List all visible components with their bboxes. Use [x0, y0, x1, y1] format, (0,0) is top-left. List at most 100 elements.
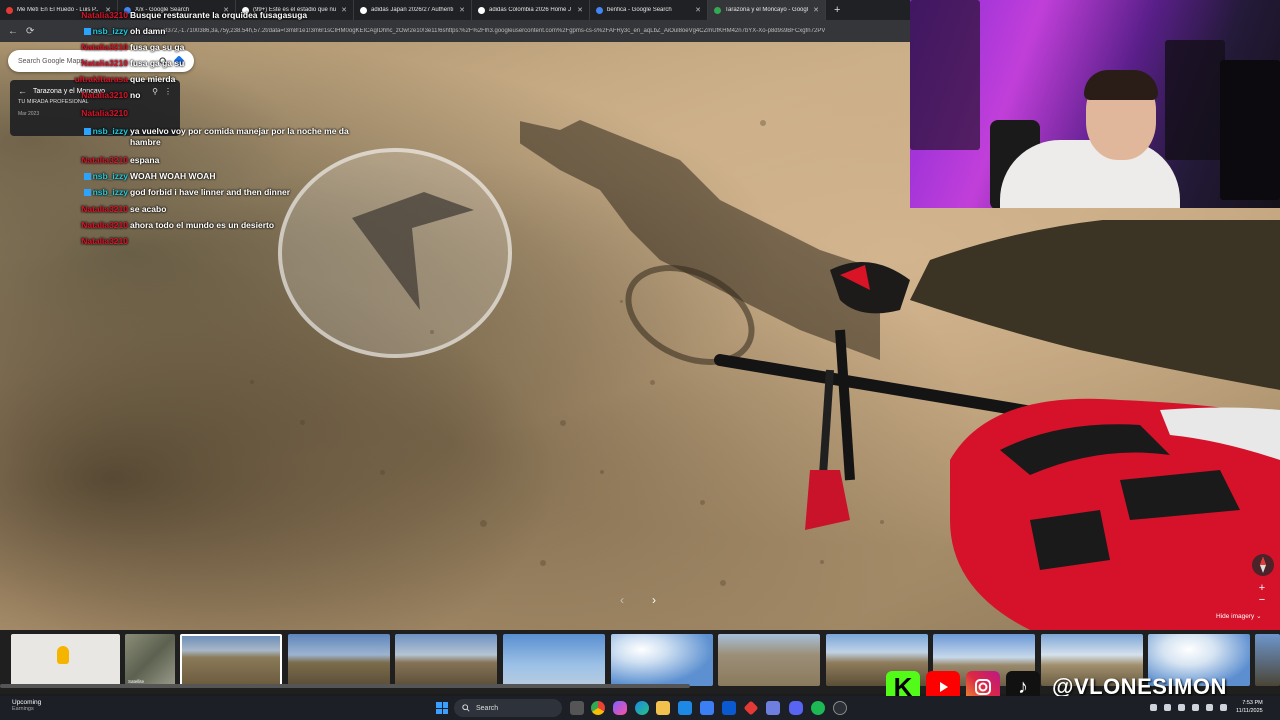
chat-username[interactable]: Natalia3210 [60, 10, 128, 21]
chat-text: no [130, 90, 141, 100]
taskbar-search[interactable]: Search [454, 699, 562, 717]
photo-thumbnail[interactable] [395, 634, 497, 686]
store-icon[interactable] [700, 701, 714, 715]
chat-badge-icon [83, 128, 91, 136]
chat-username[interactable]: Natalia3210 [60, 90, 128, 101]
prev-image-arrow-icon[interactable]: ‹ [612, 593, 632, 611]
chat-username[interactable]: Natalia3210 [60, 236, 128, 247]
compass-button[interactable] [1252, 554, 1274, 576]
chat-username[interactable]: nsb_izzy [60, 126, 128, 148]
chat-username[interactable]: Natalia3210 [60, 108, 128, 119]
photo-thumbnail[interactable] [288, 634, 390, 686]
tray-app-icon[interactable] [1178, 704, 1185, 711]
chat-text: fusa ga su ga [130, 42, 185, 52]
chat-message: Natalia3210 ahora todo el mundo es un des… [60, 220, 360, 231]
weather-widget[interactable]: Upcoming Earnings [12, 699, 41, 712]
spotify-icon[interactable] [811, 701, 825, 715]
edge-icon[interactable] [635, 701, 649, 715]
tray-app-icon[interactable] [1164, 704, 1171, 711]
chat-username-text: nsb_izzy [92, 26, 128, 36]
clock-time: 7:53 PM [1242, 700, 1263, 706]
tray-chevron-icon[interactable] [1150, 704, 1157, 711]
chat-username[interactable]: Natalia3210 [60, 204, 128, 215]
photo-thumbnail[interactable] [611, 634, 713, 686]
photo-thumbnail[interactable] [1255, 634, 1280, 686]
chevron-arrow-icon [352, 192, 474, 310]
close-tab-icon[interactable]: ✕ [695, 6, 701, 14]
chat-username[interactable]: Natalia3210 [60, 155, 128, 166]
thumbnail-scrollbar[interactable] [0, 684, 690, 688]
chat-text: fusa ga ga su [130, 58, 185, 68]
windows-start-icon[interactable] [436, 702, 448, 714]
wifi-icon[interactable] [1206, 704, 1213, 711]
chat-username[interactable]: nsb_izzy [60, 187, 128, 198]
chrome-icon[interactable] [591, 701, 605, 715]
mail-icon[interactable] [678, 701, 692, 715]
chat-username[interactable]: ultrakittarasa [60, 74, 128, 85]
app-icon[interactable] [722, 701, 736, 715]
copilot-icon[interactable] [613, 701, 627, 715]
app-icon[interactable] [833, 701, 847, 715]
browser-tab[interactable]: adidas Colombia 2026 Home J ✕ [472, 0, 590, 20]
tab-label: adidas Japan 2026/27 Authenti [371, 7, 454, 13]
chat-username[interactable]: Natalia3210 [60, 58, 128, 69]
chat-username[interactable]: nsb_izzy [60, 26, 128, 37]
zoom-control[interactable]: + − [1254, 582, 1270, 606]
discord-icon[interactable] [789, 701, 803, 715]
browser-tab[interactable]: adidas Japan 2026/27 Authenti ✕ [354, 0, 472, 20]
chat-message: Natalia3210 espana [60, 155, 360, 166]
chat-text [130, 236, 350, 247]
close-tab-icon[interactable]: ✕ [459, 6, 465, 14]
map-thumbnail[interactable] [11, 634, 120, 686]
pebble [620, 300, 623, 303]
chat-username-text: nsb_izzy [92, 126, 128, 136]
hide-imagery-button[interactable]: Hide imagery ⌄ [1216, 612, 1262, 620]
zoom-in-icon[interactable]: + [1254, 582, 1270, 594]
photo-thumbnail[interactable] [718, 634, 820, 686]
back-icon[interactable]: ← [8, 26, 18, 37]
pebble [880, 520, 884, 524]
chat-username-text: ultrakittarasa [74, 74, 128, 84]
photo-thumbnail-selected[interactable] [180, 634, 282, 686]
back-arrow-icon[interactable]: ← [18, 86, 27, 96]
pebble [560, 420, 566, 426]
chevron-down-icon: ⌄ [1256, 613, 1262, 620]
new-tab-button[interactable]: + [826, 4, 848, 16]
chat-username-text: Natalia3210 [81, 90, 128, 100]
app-icon[interactable] [766, 701, 780, 715]
satellite-thumbnail[interactable]: Satellite [125, 634, 175, 686]
chat-username[interactable]: Natalia3210 [60, 42, 128, 53]
pebble [820, 560, 824, 564]
chat-text: se acabo [130, 204, 167, 214]
pebble [540, 560, 546, 566]
pebble [380, 470, 385, 475]
chat-text: god forbid i have linner and then dinner [130, 187, 291, 197]
clock[interactable]: 7:53 PM 11/11/2025 [1236, 699, 1263, 715]
bike-handlebar-view [714, 220, 1280, 630]
chat-username[interactable]: Natalia3210 [60, 220, 128, 231]
close-tab-icon[interactable]: ✕ [577, 6, 583, 14]
chat-username[interactable]: nsb_izzy [60, 171, 128, 182]
volume-icon[interactable] [1220, 704, 1227, 711]
chat-text: espana [130, 155, 160, 165]
tab-favicon-icon [478, 6, 485, 14]
chat-message: Natalia3210 fusa ga su ga [60, 42, 360, 53]
widget-subtitle: Earnings [12, 706, 34, 712]
chat-username-text: Natalia3210 [81, 155, 128, 165]
browser-tab[interactable]: benfica - Google Search ✕ [590, 0, 708, 20]
reload-icon[interactable]: ⟳ [26, 26, 36, 37]
close-tab-icon[interactable]: ✕ [813, 6, 819, 14]
tab-label: adidas Colombia 2026 Home J [489, 7, 572, 13]
next-image-arrow-icon[interactable]: › [644, 593, 664, 611]
zoom-out-icon[interactable]: − [1254, 594, 1270, 606]
chat-text: que mierda [130, 74, 176, 84]
app-icon[interactable] [743, 700, 759, 716]
browser-tab[interactable]: Tarazona y el Moncayo - Googl ✕ [708, 0, 826, 20]
photo-thumbnail[interactable] [503, 634, 605, 686]
taskbar-search-label: Search [476, 704, 499, 712]
chat-message: Natalia3210 fusa ga ga su [60, 58, 360, 69]
file-explorer-icon[interactable] [656, 701, 670, 715]
task-view-icon[interactable] [570, 701, 584, 715]
tray-app-icon[interactable] [1192, 704, 1199, 711]
chat-username-text: nsb_izzy [92, 187, 128, 197]
